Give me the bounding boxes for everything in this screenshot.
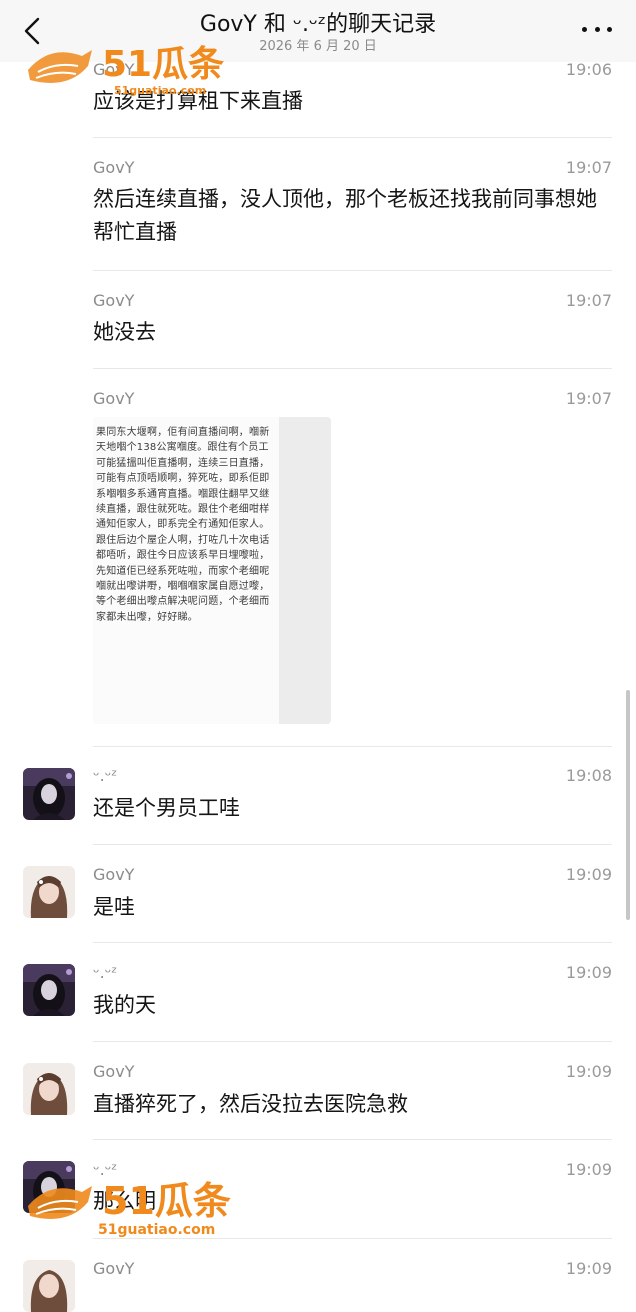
message-time: 19:09: [565, 1062, 612, 1081]
message-time: 19:06: [565, 60, 612, 79]
message-time: 19:09: [565, 963, 612, 982]
message-time: 19:09: [565, 1259, 612, 1278]
avatar[interactable]: [23, 768, 75, 820]
watermark-logo-top: 51瓜条 51guatiao.com: [22, 36, 252, 98]
watermark-url: 51guatiao.com: [98, 1222, 215, 1238]
avatar[interactable]: [23, 1063, 75, 1115]
message-time: 19:07: [565, 158, 612, 177]
message-text[interactable]: 她没去: [93, 316, 613, 349]
message-time: 19:07: [565, 389, 612, 408]
message-sender: GovY: [93, 865, 135, 884]
watermark-url: 51guatiao.com: [114, 84, 206, 97]
message-divider: [93, 1139, 612, 1140]
message-text[interactable]: 直播猝死了，然后没拉去医院急救: [93, 1088, 613, 1121]
message-text[interactable]: 我的天: [93, 989, 613, 1022]
message-divider: [93, 746, 612, 747]
watermark-brand: 51瓜条: [102, 44, 224, 85]
message-divider: [93, 844, 612, 845]
more-horizontal-icon: [582, 26, 587, 32]
message-time: 19:09: [565, 1160, 612, 1179]
message-text[interactable]: 是哇: [93, 891, 613, 924]
message-text[interactable]: 然后连续直播，没人顶他，那个老板还找我前同事想她帮忙直播: [93, 183, 613, 249]
message-text[interactable]: 还是个男员工哇: [93, 792, 613, 825]
message-sender: GovY: [93, 389, 135, 408]
message-divider: [93, 270, 612, 271]
message-divider: [93, 942, 612, 943]
message-divider: [93, 368, 612, 369]
avatar[interactable]: [23, 1260, 75, 1312]
message-sender: GovY: [93, 158, 135, 177]
message-sender: ᵕ.ᵕᶻ: [93, 963, 118, 982]
message-divider: [93, 1041, 612, 1042]
message-sender: ᵕ.ᵕᶻ: [93, 766, 118, 785]
message-image[interactable]: 果同东大堰啊，佢有间直播间啊，嗰新天地嗰个138公寓嗰度。跟住有个员工可能猛搵叫…: [93, 417, 331, 724]
message-sender: GovY: [93, 1062, 135, 1081]
message-time: 19:08: [565, 766, 612, 785]
message-sender: GovY: [93, 1259, 135, 1278]
message-time: 19:07: [565, 291, 612, 310]
more-button[interactable]: [582, 18, 612, 40]
watermark-logo-bottom: 51瓜条 51guatiao.com: [22, 1170, 252, 1240]
scrollbar[interactable]: [626, 690, 630, 920]
image-text: 果同东大堰啊，佢有间直播间啊，嗰新天地嗰个138公寓嗰度。跟住有个员工可能猛搵叫…: [96, 427, 270, 623]
message-time: 19:09: [565, 865, 612, 884]
avatar[interactable]: [23, 866, 75, 918]
message-divider: [93, 137, 612, 138]
avatar[interactable]: [23, 964, 75, 1016]
watermark-brand: 51瓜条: [102, 1179, 231, 1223]
chat-title: GovY 和 ᵕ.ᵕᶻ的聊天记录: [199, 12, 437, 37]
message-sender: GovY: [93, 291, 135, 310]
